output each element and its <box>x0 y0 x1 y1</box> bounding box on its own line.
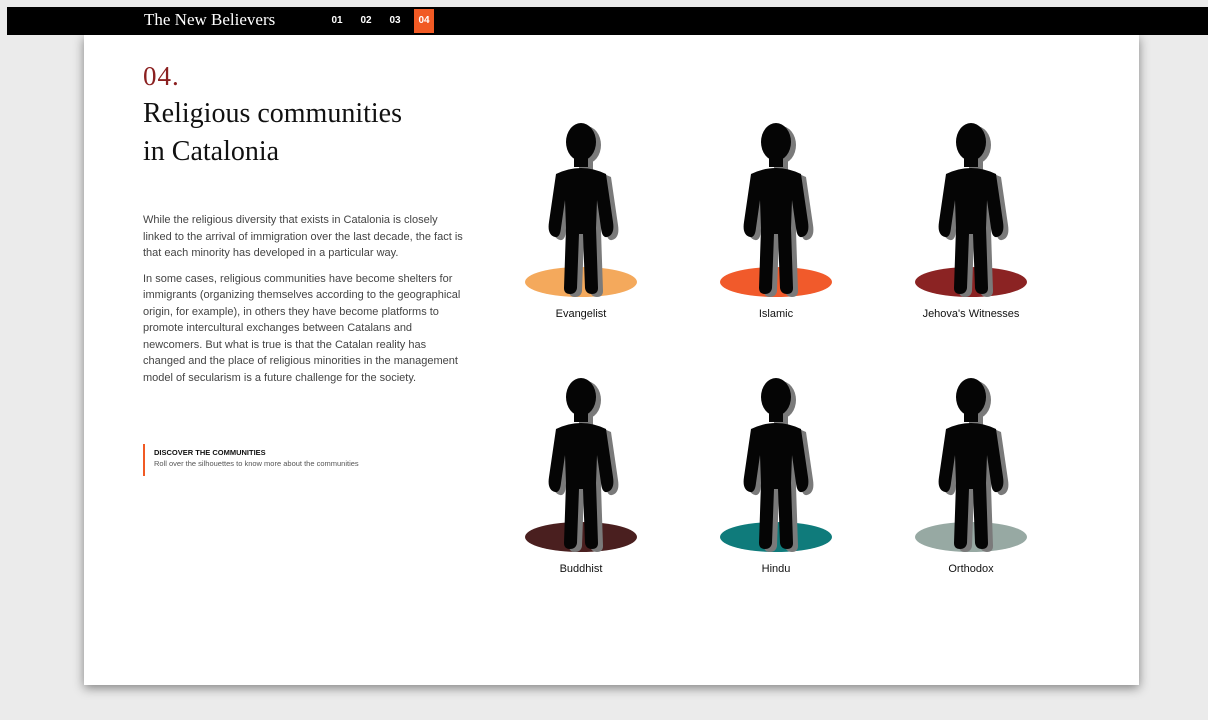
silhouette-icon <box>720 378 832 552</box>
silhouette-icon <box>915 123 1027 297</box>
community-evangelist[interactable]: Evangelist <box>506 110 656 330</box>
intro-text: While the religious diversity that exist… <box>143 212 463 395</box>
intro-paragraph-2: In some cases, religious communities hav… <box>143 272 461 384</box>
community-label: Hindu <box>761 563 791 575</box>
chapter-nav: 01 02 03 04 <box>327 9 434 33</box>
site-title[interactable]: The New Believers <box>144 10 275 30</box>
discover-callout: DISCOVER THE COMMUNITIES Roll over the s… <box>143 444 359 476</box>
community-label: Buddhist <box>559 563 603 575</box>
community-jehovas-witnesses[interactable]: Jehova's Witnesses <box>896 110 1046 330</box>
section-number: 04. <box>143 61 180 91</box>
silhouette-icon <box>720 123 832 297</box>
community-islamic[interactable]: Islamic <box>701 110 851 330</box>
callout-text: Roll over the silhouettes to know more a… <box>154 459 359 468</box>
nav-item-04[interactable]: 04 <box>414 9 434 33</box>
community-label: Orthodox <box>948 563 994 575</box>
nav-item-03[interactable]: 03 <box>385 9 405 33</box>
callout-title: DISCOVER THE COMMUNITIES <box>154 448 266 457</box>
community-label: Islamic <box>758 308 794 320</box>
community-orthodox[interactable]: Orthodox <box>896 365 1046 585</box>
community-buddhist[interactable]: Buddhist <box>506 365 656 585</box>
silhouette-icon <box>525 123 637 297</box>
community-label: Evangelist <box>555 308 607 320</box>
content-panel: 04. Religious communities in Catalonia W… <box>84 35 1139 685</box>
community-label: Jehova's Witnesses <box>922 308 1020 320</box>
section-title-line-1: Religious communities <box>143 98 402 129</box>
intro-paragraph-1: While the religious diversity that exist… <box>143 214 463 259</box>
nav-item-01[interactable]: 01 <box>327 9 347 33</box>
community-hindu[interactable]: Hindu <box>701 365 851 585</box>
nav-item-02[interactable]: 02 <box>356 9 376 33</box>
top-navigation-bar: The New Believers 01 02 03 04 <box>7 7 1208 35</box>
silhouette-icon <box>915 378 1027 552</box>
section-title-line-2: in Catalonia <box>143 136 280 167</box>
section-title: Religious communities in Catalonia <box>143 95 473 171</box>
silhouette-icon <box>525 378 637 552</box>
